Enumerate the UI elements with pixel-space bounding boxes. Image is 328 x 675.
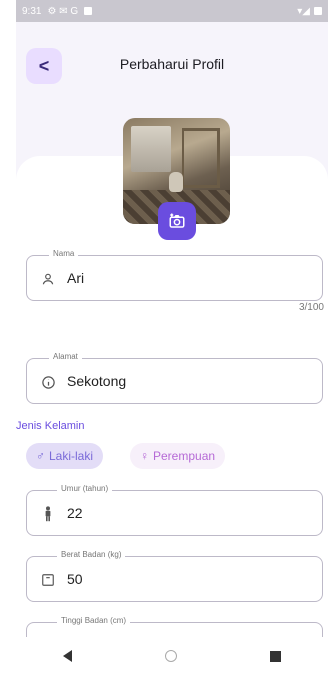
- status-icons-left: ⚙ ✉ G: [47, 5, 79, 17]
- change-photo-button[interactable]: [158, 202, 196, 240]
- gender-option-female[interactable]: ♀ Perempuan: [130, 443, 226, 469]
- scale-icon: [39, 571, 57, 589]
- name-label: Nama: [49, 249, 79, 258]
- address-label: Alamat: [49, 352, 82, 361]
- photo-cat-detail: [169, 172, 183, 192]
- gender-option-male[interactable]: ♂ Laki-laki: [26, 443, 104, 469]
- user-icon: [39, 270, 57, 288]
- age-field[interactable]: Umur (tahun) 22: [26, 484, 323, 536]
- gender-label: Jenis Kelamin: [16, 420, 85, 432]
- photo-shelf-detail: [182, 128, 220, 188]
- info-icon: [39, 373, 57, 391]
- age-label: Umur (tahun): [57, 484, 113, 493]
- status-bar: 9:31 ⚙ ✉ G ▾◢: [16, 0, 328, 22]
- female-icon: ♀: [140, 449, 149, 463]
- photo-window-detail: [131, 126, 171, 172]
- page-title: Perbaharui Profil: [119, 56, 225, 72]
- nav-home-icon[interactable]: [164, 650, 177, 662]
- male-icon: ♂: [36, 449, 45, 463]
- weight-label: Berat Badan (kg): [57, 550, 126, 559]
- battery-icon: [314, 7, 322, 15]
- app-screen: 9:31 ⚙ ✉ G ▾◢ < Perbaharui Profil Nama A…: [16, 0, 328, 675]
- signal-icons: ▾◢: [297, 5, 310, 17]
- weight-value: 50: [67, 571, 83, 587]
- name-field[interactable]: Nama Ari: [26, 249, 323, 301]
- camera-add-icon: [169, 213, 185, 228]
- address-value: Sekotong: [67, 373, 127, 389]
- nav-back-icon[interactable]: [62, 650, 72, 662]
- name-value: Ari: [67, 270, 85, 286]
- male-label: Laki-laki: [49, 449, 94, 463]
- nav-recents-icon[interactable]: [270, 650, 282, 662]
- female-label: Perempuan: [153, 449, 216, 463]
- age-value: 22: [67, 505, 83, 521]
- name-char-counter: 3/100: [298, 302, 324, 313]
- status-time: 9:31: [22, 5, 42, 17]
- screen-margin: [0, 0, 16, 675]
- height-label: Tinggi Badan (cm): [57, 616, 131, 625]
- person-icon: [39, 505, 57, 523]
- notification-icon: [84, 7, 93, 15]
- header: < Perbaharui Profil: [16, 22, 328, 112]
- weight-field[interactable]: Berat Badan (kg) 50: [26, 550, 323, 602]
- system-nav-bar: [16, 637, 328, 675]
- address-field[interactable]: Alamat Sekotong: [26, 352, 323, 404]
